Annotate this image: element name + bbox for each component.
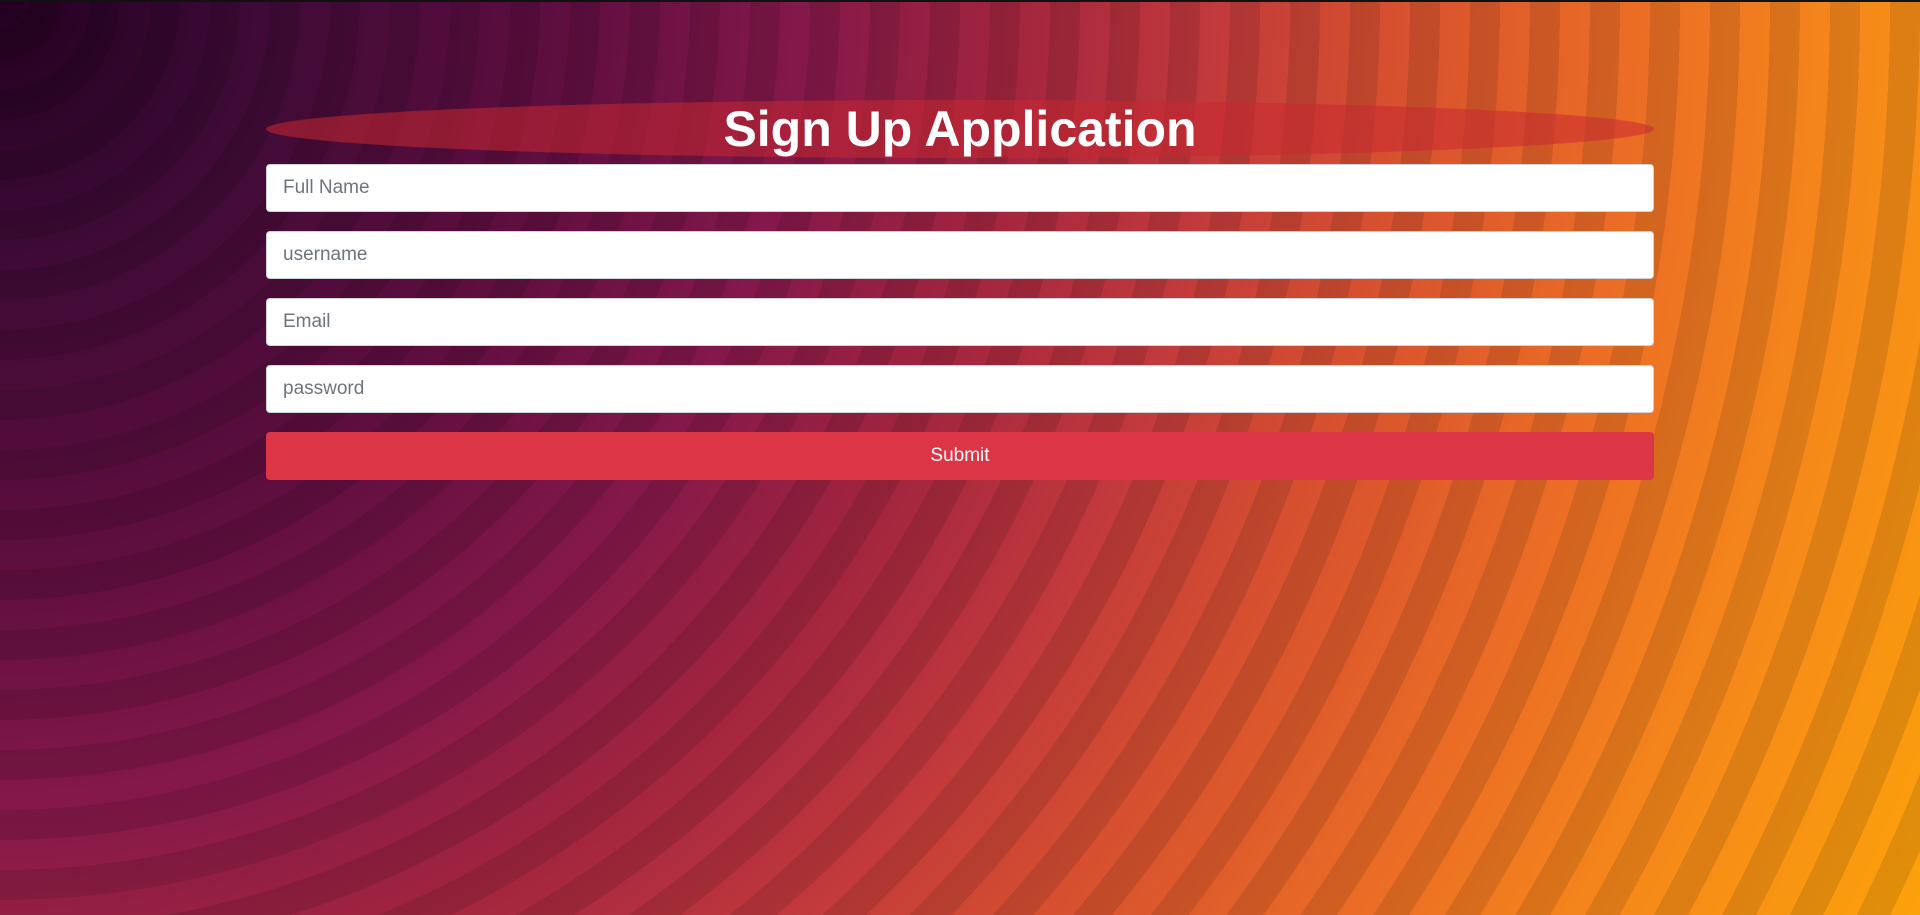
password-input[interactable] — [266, 365, 1654, 413]
signup-form: Submit — [266, 164, 1654, 480]
page-title: Sign Up Application — [723, 101, 1197, 157]
email-input[interactable] — [266, 298, 1654, 346]
window-top-border — [0, 0, 1920, 2]
full-name-input[interactable] — [266, 164, 1654, 212]
username-input[interactable] — [266, 231, 1654, 279]
title-banner: Sign Up Application — [266, 96, 1654, 164]
submit-button[interactable]: Submit — [266, 432, 1654, 480]
signup-form-container: Sign Up Application Submit — [266, 96, 1654, 480]
